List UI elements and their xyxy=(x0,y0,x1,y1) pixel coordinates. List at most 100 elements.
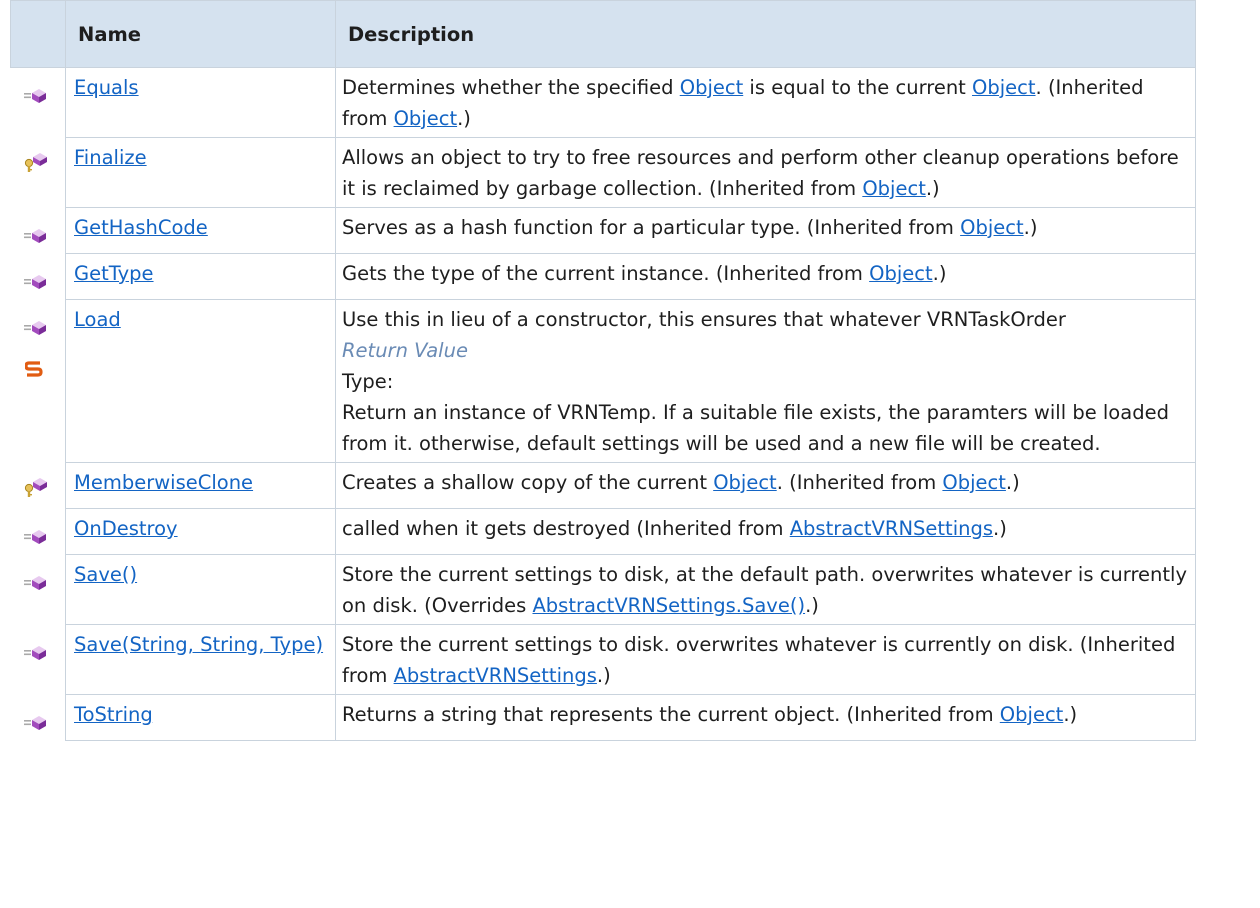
description-column-header: Description xyxy=(335,0,1196,68)
type-link[interactable]: Object xyxy=(394,107,458,130)
member-icon-cell xyxy=(10,207,66,254)
description-text: Creates a shallow copy of the current xyxy=(342,471,714,494)
description-text: .) xyxy=(805,594,819,617)
member-name-cell: Load xyxy=(65,299,336,463)
member-name-cell: GetType xyxy=(65,253,336,300)
member-icon-cell xyxy=(10,694,66,740)
member-name-cell: GetHashCode xyxy=(65,207,336,254)
member-description-cell: Allows an object to try to free resource… xyxy=(335,137,1196,208)
member-description-cell: Creates a shallow copy of the current Ob… xyxy=(335,462,1196,509)
return-value-caption: Return Value xyxy=(342,339,468,362)
description-text: Determines whether the specified xyxy=(342,76,680,99)
protected-method-icon xyxy=(23,152,66,183)
member-name-cell: MemberwiseClone xyxy=(65,462,336,509)
public-method-icon xyxy=(23,569,66,600)
member-row-load: Load Use this in lieu of a constructor, t… xyxy=(10,299,1196,463)
member-icon-cell xyxy=(10,137,66,208)
member-icon-cell xyxy=(10,554,66,625)
member-name-cell: Save(String, String, Type) xyxy=(65,624,336,695)
description-text: .) xyxy=(993,517,1007,540)
type-link[interactable]: AbstractVRNSettings xyxy=(790,517,993,540)
public-method-icon xyxy=(23,222,66,253)
members-table: Name Description Equals Determines whethe… xyxy=(10,0,1196,741)
return-type-label: Type: xyxy=(342,370,394,393)
member-name-link[interactable]: MemberwiseClone xyxy=(74,471,253,494)
member-name-link[interactable]: GetType xyxy=(74,262,154,285)
type-link[interactable]: Object xyxy=(862,177,926,200)
member-name-link[interactable]: Finalize xyxy=(74,146,147,169)
description-text: Gets the type of the current instance. (… xyxy=(342,262,870,285)
member-row-save-string-string-type: Save(String, String, Type) Store the curr… xyxy=(10,624,1196,695)
member-row-save: Save() Store the current settings to disk… xyxy=(10,554,1196,625)
static-member-icon xyxy=(23,355,66,386)
type-link[interactable]: Object xyxy=(713,471,777,494)
icon-column-header xyxy=(10,0,66,68)
member-row-ondestroy: OnDestroy called when it gets destroyed (… xyxy=(10,508,1196,555)
member-icon-cell xyxy=(10,67,66,138)
description-text: .) xyxy=(932,262,947,285)
member-name-link[interactable]: ToString xyxy=(74,703,153,726)
type-link[interactable]: AbstractVRNSettings xyxy=(394,664,597,687)
member-description-cell: Returns a string that represents the cur… xyxy=(335,694,1196,741)
member-name-link[interactable]: OnDestroy xyxy=(74,517,178,540)
public-method-icon xyxy=(23,82,66,113)
member-name-cell: Finalize xyxy=(65,137,336,208)
member-name-cell: Save() xyxy=(65,554,336,625)
member-icon-cell xyxy=(10,299,66,463)
member-name-cell: OnDestroy xyxy=(65,508,336,555)
description-text: called when it gets destroyed (Inherited… xyxy=(342,517,790,540)
type-link[interactable]: Object xyxy=(960,216,1024,239)
description-text: .) xyxy=(1023,216,1038,239)
protected-method-icon xyxy=(23,477,66,508)
type-link[interactable]: Object xyxy=(680,76,744,99)
member-row-gethashcode: GetHashCode Serves as a hash function for… xyxy=(10,207,1196,254)
member-name-link[interactable]: Save() xyxy=(74,563,137,586)
member-description-cell: Use this in lieu of a constructor, this … xyxy=(335,299,1196,463)
type-link[interactable]: Object xyxy=(972,76,1036,99)
description-text: .) xyxy=(457,107,471,130)
description-text: .) xyxy=(1005,471,1020,494)
member-name-link[interactable]: Equals xyxy=(74,76,139,99)
description-text: .) xyxy=(1063,703,1078,726)
member-name-link[interactable]: Save(String, String, Type) xyxy=(74,633,323,656)
member-row-equals: Equals Determines whether the specified O… xyxy=(10,67,1196,138)
description-summary: Use this in lieu of a constructor, this … xyxy=(342,308,1066,331)
description-text: Allows an object to try to free resource… xyxy=(342,146,1179,200)
member-description-cell: called when it gets destroyed (Inherited… xyxy=(335,508,1196,555)
description-text: .) xyxy=(596,664,611,687)
member-row-finalize: Finalize Allows an object to try to free … xyxy=(10,137,1196,208)
member-name-cell: ToString xyxy=(65,694,336,741)
public-method-icon xyxy=(23,314,66,345)
member-row-gettype: GetType Gets the type of the current inst… xyxy=(10,253,1196,300)
member-description-cell: Gets the type of the current instance. (… xyxy=(335,253,1196,300)
description-text: . (Inherited from xyxy=(776,471,943,494)
type-link[interactable]: Object xyxy=(942,471,1006,494)
public-method-icon xyxy=(23,709,66,740)
return-value-text: Return an instance of VRNTemp. If a suit… xyxy=(342,401,1169,455)
member-description-cell: Serves as a hash function for a particul… xyxy=(335,207,1196,254)
description-text: is equal to the current xyxy=(743,76,973,99)
member-description-cell: Store the current settings to disk, at t… xyxy=(335,554,1196,625)
member-icon-cell xyxy=(10,508,66,555)
description-text: .) xyxy=(925,177,940,200)
type-link[interactable]: AbstractVRNSettings.Save() xyxy=(532,594,805,617)
member-icon-cell xyxy=(10,462,66,509)
public-method-icon xyxy=(23,268,66,299)
description-text: Serves as a hash function for a particul… xyxy=(342,216,961,239)
type-link[interactable]: Object xyxy=(1000,703,1064,726)
member-icon-cell xyxy=(10,253,66,300)
description-text: Returns a string that represents the cur… xyxy=(342,703,1000,726)
header-row: Name Description xyxy=(10,0,1196,68)
name-column-header: Name xyxy=(65,0,336,68)
member-row-memberwiseclone: MemberwiseClone Creates a shallow copy of… xyxy=(10,462,1196,509)
member-name-cell: Equals xyxy=(65,67,336,138)
public-method-icon xyxy=(23,639,66,670)
member-name-link[interactable]: Load xyxy=(74,308,121,331)
public-method-icon xyxy=(23,523,66,554)
member-row-tostring: ToString Returns a string that represents… xyxy=(10,694,1196,741)
member-name-link[interactable]: GetHashCode xyxy=(74,216,208,239)
member-description-cell: Determines whether the specified Object … xyxy=(335,67,1196,138)
member-description-cell: Store the current settings to disk. over… xyxy=(335,624,1196,695)
member-icon-cell xyxy=(10,624,66,695)
type-link[interactable]: Object xyxy=(869,262,933,285)
